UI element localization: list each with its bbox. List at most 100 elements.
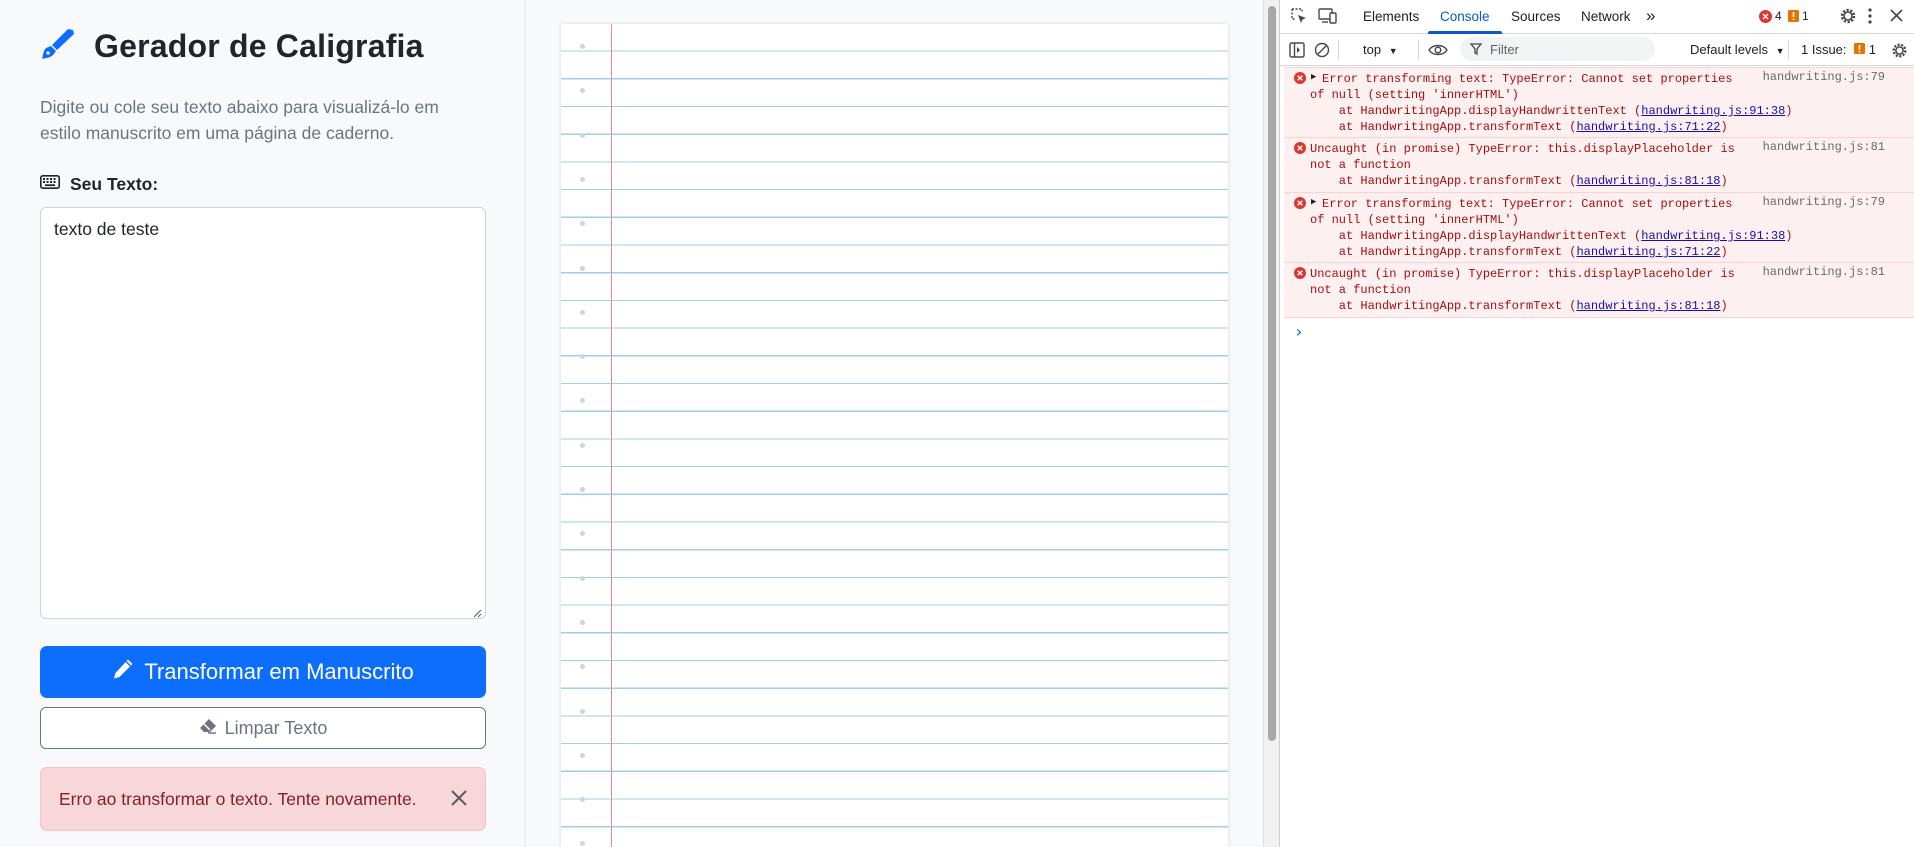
settings-gear-icon[interactable] [1839,7,1857,25]
resize-grip-icon[interactable] [472,605,482,623]
filter-input[interactable]: Filter [1460,37,1655,61]
stack-trace-line: at HandwritingApp.transformText (handwri… [1310,298,1728,314]
stack-frame-text: at HandwritingApp.transformText ( [1310,120,1577,134]
app-description: Digite ou cole seu texto abaixo para vis… [40,97,439,143]
stack-frame-suffix: ) [1720,120,1728,134]
toolbar-divider [1788,40,1789,60]
device-toolbar-icon[interactable] [1318,7,1338,25]
expand-triangle-icon[interactable]: ▶ [1311,197,1316,207]
stack-frame-text: at HandwritingApp.transformText ( [1310,245,1577,259]
console-error-message[interactable]: Uncaught (in promise) TypeError: this.di… [1284,137,1914,193]
source-location-link[interactable]: handwriting.js:71:22 [1576,245,1720,259]
notebook-hole [580,487,585,492]
error-circle-icon [1294,142,1306,158]
stack-trace-line: at HandwritingApp.transformText (handwri… [1310,119,1728,135]
input-label-row: Seu Texto: [40,174,158,195]
more-options-icon[interactable] [1867,7,1873,25]
stack-frame-suffix: ) [1720,174,1728,188]
app-panel: Gerador de Caligrafia Digite ou cole seu… [0,0,526,847]
notebook-hole [580,354,585,360]
text-input[interactable]: texto de teste [40,207,486,619]
context-selector[interactable]: top ▼ [1363,42,1398,57]
notebook-hole [580,176,585,182]
source-location-link[interactable]: handwriting.js:81:18 [1576,174,1720,188]
warning-count: 1 [1802,9,1809,23]
inspect-element-icon[interactable] [1290,7,1308,25]
notebook-hole [580,398,585,404]
error-count-badge[interactable]: 4 [1759,9,1782,23]
source-location-link[interactable]: handwriting.js:81:18 [1576,299,1720,313]
notebook-hole [580,265,585,271]
message-source-link[interactable]: handwriting.js:79 [1763,195,1885,209]
more-tabs-button[interactable]: » [1646,6,1655,26]
console-toolbar: top ▼ Filter Default levels ▼ 1 Issue: 1 [1280,34,1914,66]
toolbar-divider [1338,40,1339,60]
filter-funnel-icon [1470,43,1482,55]
stack-frame-text: at HandwritingApp.transformText ( [1310,299,1577,313]
issues-count: 1 [1868,42,1877,57]
close-devtools-icon[interactable] [1889,8,1904,23]
transform-button[interactable]: Transformar em Manuscrito [40,646,486,698]
tab-network[interactable]: Network [1581,9,1631,24]
dropdown-arrow-icon: ▼ [1775,46,1785,56]
keyboard-icon [40,175,60,194]
devtools-panel: Elements Console Sources Network » 4 1 t… [1279,0,1914,847]
eye-icon[interactable] [1428,43,1448,57]
pen-nib-icon [40,28,76,65]
notebook-hole [580,44,585,49]
clear-console-icon[interactable] [1314,42,1330,58]
error-message-line: of null (setting 'innerHTML') [1310,88,1519,102]
notebook-hole [580,619,585,625]
error-message-line: not a function [1310,283,1411,297]
notebook-margin-line [611,24,612,847]
notebook-hole [580,88,585,94]
sidebar-toggle-icon[interactable] [1289,42,1305,58]
error-message-line: Error transforming text: TypeError: Cann… [1322,197,1733,211]
notebook-hole [580,575,585,581]
log-levels-label: Default levels [1690,42,1769,57]
stack-frame-text: at HandwritingApp.displayHandwrittenText… [1310,104,1642,118]
tab-elements[interactable]: Elements [1363,9,1419,24]
message-source-link[interactable]: handwriting.js:79 [1763,70,1885,84]
source-location-link[interactable]: handwriting.js:91:38 [1641,229,1785,243]
stack-trace-line: at HandwritingApp.transformText (handwri… [1310,244,1728,260]
console-settings-gear-icon[interactable] [1891,42,1908,59]
console-prompt[interactable]: › [1294,322,1304,341]
clear-button[interactable]: Limpar Texto [40,707,486,749]
warning-count-badge[interactable]: 1 [1788,9,1809,23]
console-error-message[interactable]: ▶ Error transforming text: TypeError: Can… [1284,67,1914,139]
toolbar-divider [1418,40,1419,60]
issue-flag-icon [1854,43,1866,54]
transform-button-label: Transformar em Manuscrito [144,659,414,684]
issues-button[interactable]: 1 Issue: 1 [1801,42,1876,57]
error-message-line: of null (setting 'innerHTML') [1310,213,1519,227]
error-circle-icon [1294,197,1306,213]
message-source-link[interactable]: handwriting.js:81 [1763,265,1885,279]
tab-sources[interactable]: Sources [1511,9,1561,24]
preview-area [527,0,1263,847]
tab-console[interactable]: Console [1440,9,1490,24]
log-levels-dropdown[interactable]: Default levels ▼ [1690,42,1785,57]
source-location-link[interactable]: handwriting.js:71:22 [1576,120,1720,134]
expand-triangle-icon[interactable]: ▶ [1311,72,1316,82]
filter-placeholder: Filter [1490,42,1519,57]
error-message-line: Uncaught (in promise) TypeError: this.di… [1310,142,1735,156]
notebook-hole [580,442,585,448]
close-icon[interactable] [449,788,469,813]
console-error-message[interactable]: Uncaught (in promise) TypeError: this.di… [1284,262,1914,318]
scrollbar-thumb[interactable] [1268,6,1276,741]
stack-frame-suffix: ) [1720,299,1728,313]
issues-label: 1 Issue: [1801,42,1847,57]
notebook-hole [580,132,585,138]
message-source-link[interactable]: handwriting.js:81 [1763,140,1885,154]
stack-trace-line: at HandwritingApp.displayHandwrittenText… [1310,103,1793,119]
stack-frame-suffix: ) [1785,104,1793,118]
page-scrollbar[interactable] [1263,0,1279,847]
source-location-link[interactable]: handwriting.js:91:38 [1641,104,1785,118]
stack-frame-suffix: ) [1785,229,1793,243]
notebook-hole [580,309,585,315]
notebook-hole [580,221,585,227]
app-header: Gerador de Caligrafia [40,28,424,65]
console-error-message[interactable]: ▶ Error transforming text: TypeError: Can… [1284,192,1914,264]
eraser-icon [199,718,217,739]
